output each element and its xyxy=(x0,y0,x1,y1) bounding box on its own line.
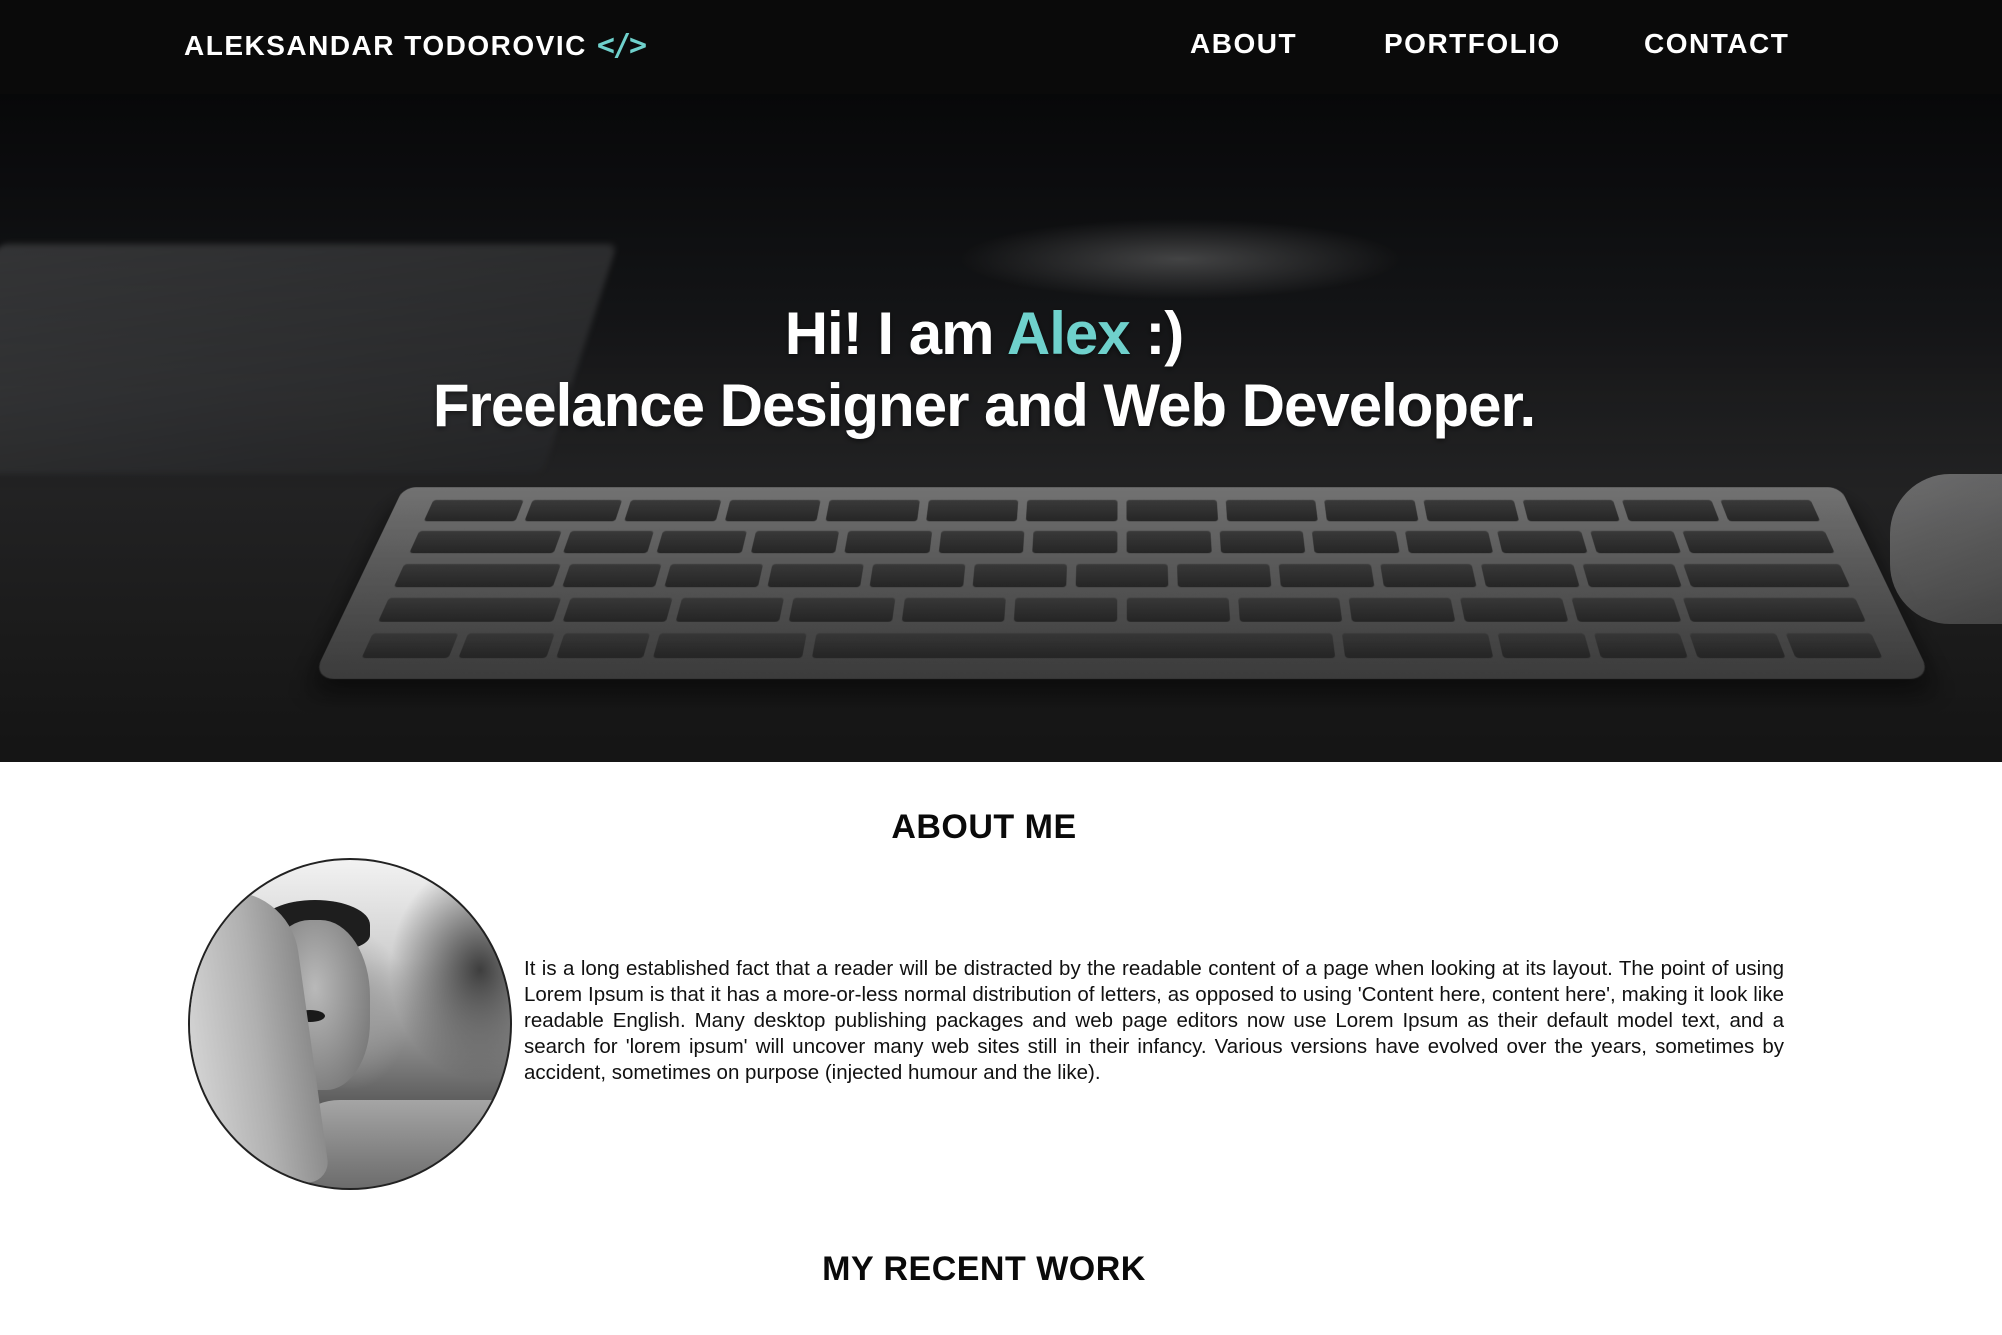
hero-banner: Hi! I am Alex :) Freelance Designer and … xyxy=(0,94,2002,762)
nav-contact-link[interactable]: CONTACT xyxy=(1644,28,1789,60)
nav-portfolio-link[interactable]: PORTFOLIO xyxy=(1384,28,1561,60)
hero-tagline: Freelance Designer and Web Developer. xyxy=(432,372,1536,439)
about-section-title: ABOUT ME xyxy=(891,808,1077,846)
about-description: It is a long established fact that a rea… xyxy=(524,957,1784,1084)
greeting-prefix: Hi! I am xyxy=(784,300,995,367)
code-icon: </> xyxy=(596,28,647,63)
navbar: ALEKSANDAR TODOROVIC </> ABOUT PORTFOLIO… xyxy=(0,0,2002,94)
page: ALEKSANDAR TODOROVIC </> ABOUT PORTFOLIO… xyxy=(0,0,2002,1335)
nav-about-link[interactable]: ABOUT xyxy=(1190,28,1297,60)
hero-greeting: Hi! I am Alex :) xyxy=(0,299,1968,368)
brand-link[interactable]: ALEKSANDAR TODOROVIC </> xyxy=(184,28,647,63)
greeting-suffix: :) xyxy=(1145,300,1184,367)
greeting-name: Alex xyxy=(1006,300,1131,367)
brand-name: ALEKSANDAR TODOROVIC xyxy=(184,29,587,61)
recent-work-title: MY RECENT WORK xyxy=(822,1250,1146,1288)
profile-avatar xyxy=(188,858,512,1190)
